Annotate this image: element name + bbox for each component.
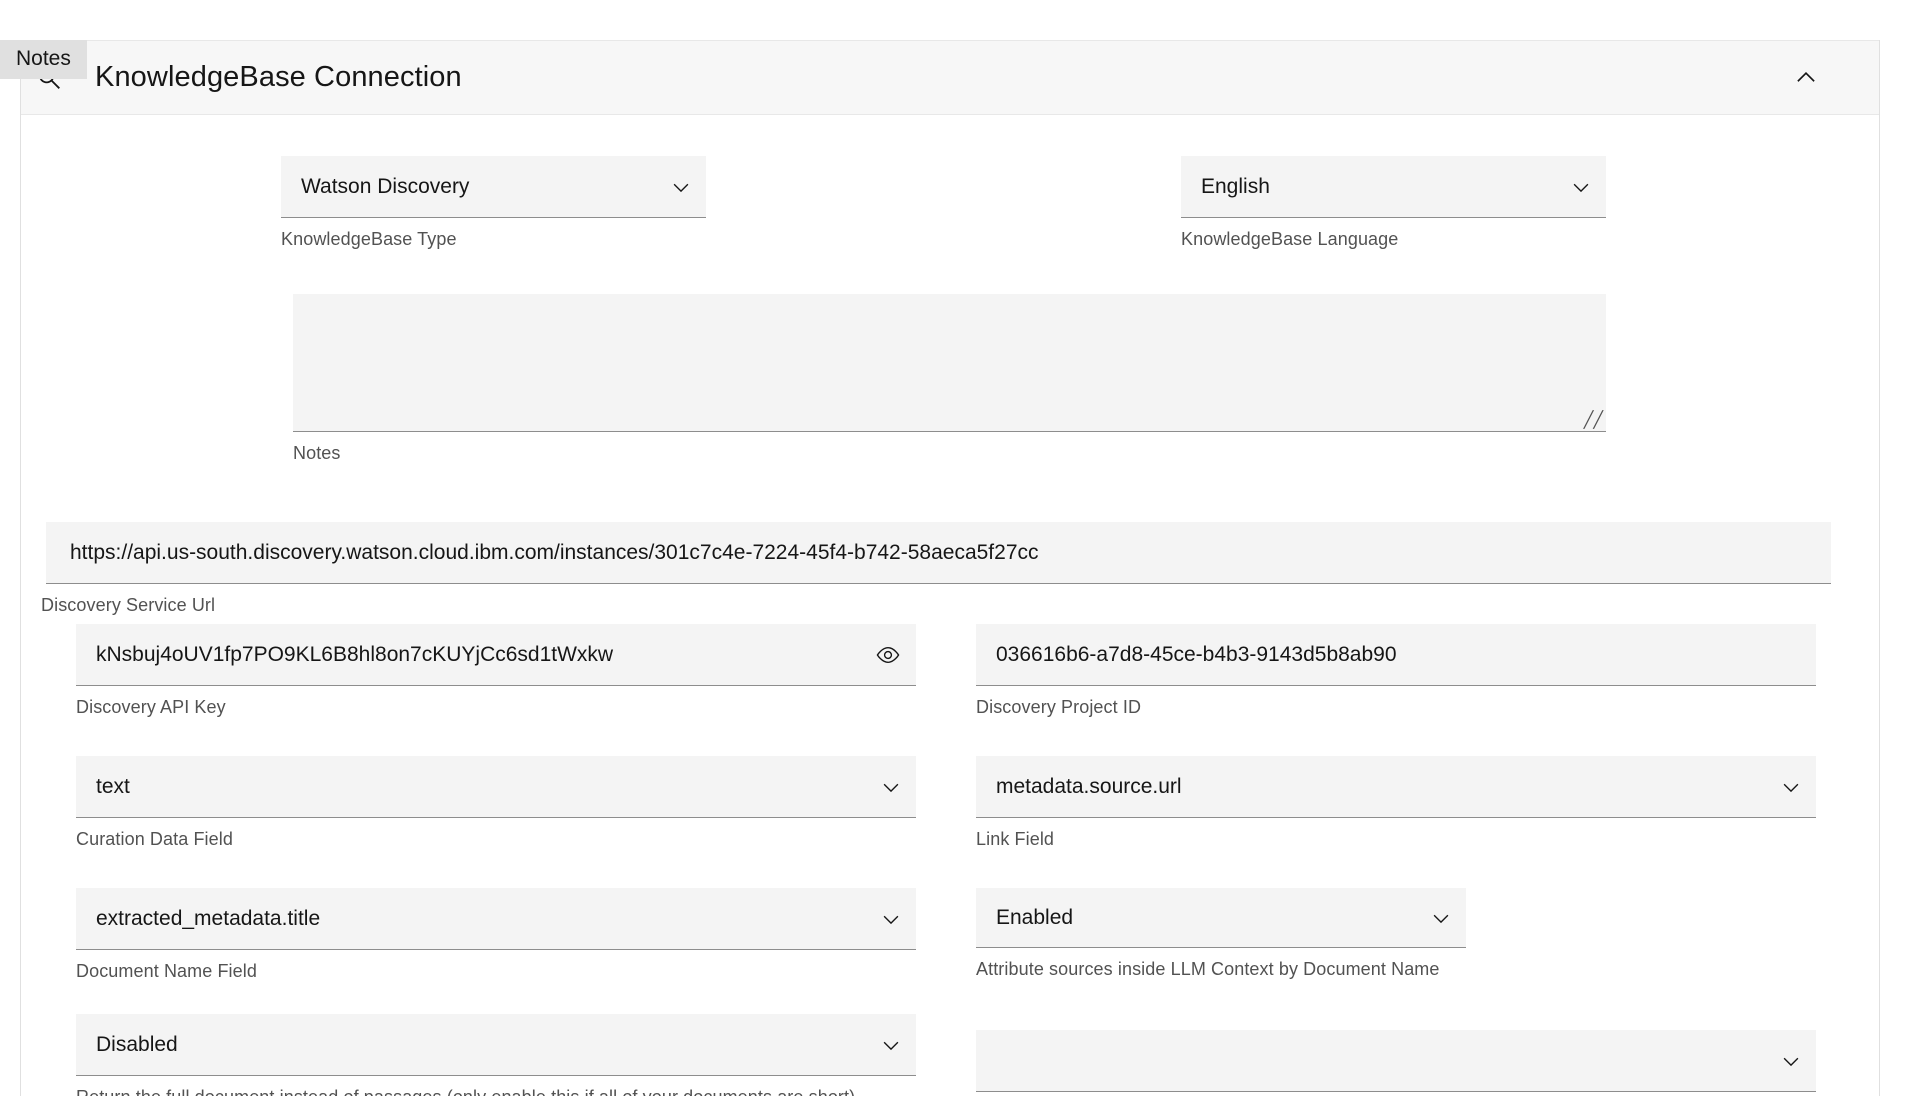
knowledgebase-type-select[interactable]: Watson Discovery	[281, 156, 706, 218]
discovery-service-url-input[interactable]: https://api.us-south.discovery.watson.cl…	[46, 522, 1831, 584]
knowledgebase-language-label: KnowledgeBase Language	[1181, 229, 1399, 249]
panel-body: Watson Discovery KnowledgeBase Type Engl…	[21, 116, 1879, 1096]
return-full-document-value: Disabled	[96, 1032, 178, 1056]
attribute-sources-label: Attribute sources inside LLM Context by …	[976, 959, 1440, 979]
notes-textarea[interactable]: ╱╱	[293, 294, 1606, 432]
panel-header[interactable]: KnowledgeBase Connection	[21, 40, 1879, 115]
curation-data-field-value: text	[96, 774, 130, 798]
field-filter: Filter Field	[976, 1030, 1816, 1096]
curation-data-field-label: Curation Data Field	[76, 829, 233, 849]
notes-tooltip: Notes	[0, 40, 87, 80]
knowledgebase-language-value: English	[1201, 174, 1270, 198]
discovery-project-id-label: Discovery Project ID	[976, 697, 1142, 717]
field-knowledgebase-type: Watson Discovery KnowledgeBase Type	[281, 156, 706, 251]
eye-icon[interactable]	[860, 642, 916, 668]
field-link: metadata.source.url Link Field	[976, 756, 1816, 851]
page-title: KnowledgeBase Connection	[95, 61, 462, 93]
field-discovery-service-url: https://api.us-south.discovery.watson.cl…	[41, 522, 1831, 617]
chevron-down-icon[interactable]	[1766, 1050, 1816, 1072]
field-curation-data: text Curation Data Field	[76, 756, 916, 851]
chevron-down-icon[interactable]	[866, 908, 916, 930]
knowledgebase-connection-panel: KnowledgeBase Connection Watson Discover…	[20, 40, 1880, 1096]
discovery-service-url-label: Discovery Service Url	[41, 595, 216, 615]
knowledgebase-type-value: Watson Discovery	[301, 174, 470, 198]
link-field-select[interactable]: metadata.source.url	[976, 756, 1816, 818]
discovery-api-key-value: kNsbuj4oUV1fp7PO9KL6B8hl8on7cKUYjCc6sd1t…	[96, 642, 614, 666]
notes-label: Notes	[293, 443, 341, 463]
attribute-sources-select[interactable]: Enabled	[976, 888, 1466, 948]
chevron-down-icon[interactable]	[1766, 776, 1816, 798]
field-discovery-api-key: kNsbuj4oUV1fp7PO9KL6B8hl8on7cKUYjCc6sd1t…	[76, 624, 916, 719]
curation-data-field-select[interactable]: text	[76, 756, 916, 818]
return-full-document-select[interactable]: Disabled	[76, 1014, 916, 1076]
filter-field-select[interactable]	[976, 1030, 1816, 1092]
chevron-up-icon[interactable]	[1793, 65, 1819, 91]
chevron-down-icon[interactable]	[656, 176, 706, 198]
app-root: KnowledgeBase Connection Watson Discover…	[0, 0, 1922, 1096]
discovery-api-key-label: Discovery API Key	[76, 697, 226, 717]
return-full-document-label: Return the full document instead of pass…	[76, 1085, 871, 1096]
document-name-field-value: extracted_metadata.title	[96, 906, 321, 930]
chevron-down-icon[interactable]	[1416, 907, 1466, 929]
field-notes: ╱╱ Notes	[293, 294, 1606, 465]
field-return-full-document: Disabled Return the full document instea…	[76, 1014, 916, 1096]
field-discovery-project-id: 036616b6-a7d8-45ce-b4b3-9143d5b8ab90 Dis…	[976, 624, 1816, 719]
link-field-label: Link Field	[976, 829, 1055, 849]
knowledgebase-type-label: KnowledgeBase Type	[281, 229, 457, 249]
knowledgebase-language-select[interactable]: English	[1181, 156, 1606, 218]
field-attribute-sources: Enabled Attribute sources inside LLM Con…	[976, 888, 1466, 981]
document-name-field-select[interactable]: extracted_metadata.title	[76, 888, 916, 950]
chevron-down-icon[interactable]	[1556, 176, 1606, 198]
document-name-field-label: Document Name Field	[76, 961, 257, 981]
link-field-value: metadata.source.url	[996, 774, 1182, 798]
chevron-down-icon[interactable]	[866, 1034, 916, 1056]
field-knowledgebase-language: English KnowledgeBase Language	[1181, 156, 1606, 251]
discovery-project-id-value: 036616b6-a7d8-45ce-b4b3-9143d5b8ab90	[996, 642, 1397, 666]
discovery-api-key-input[interactable]: kNsbuj4oUV1fp7PO9KL6B8hl8on7cKUYjCc6sd1t…	[76, 624, 916, 686]
attribute-sources-value: Enabled	[996, 905, 1074, 929]
resize-handle-icon[interactable]: ╱╱	[1584, 413, 1603, 429]
field-document-name: extracted_metadata.title Document Name F…	[76, 888, 916, 983]
chevron-down-icon[interactable]	[866, 776, 916, 798]
discovery-service-url-value: https://api.us-south.discovery.watson.cl…	[70, 540, 1039, 564]
discovery-project-id-input[interactable]: 036616b6-a7d8-45ce-b4b3-9143d5b8ab90	[976, 624, 1816, 686]
